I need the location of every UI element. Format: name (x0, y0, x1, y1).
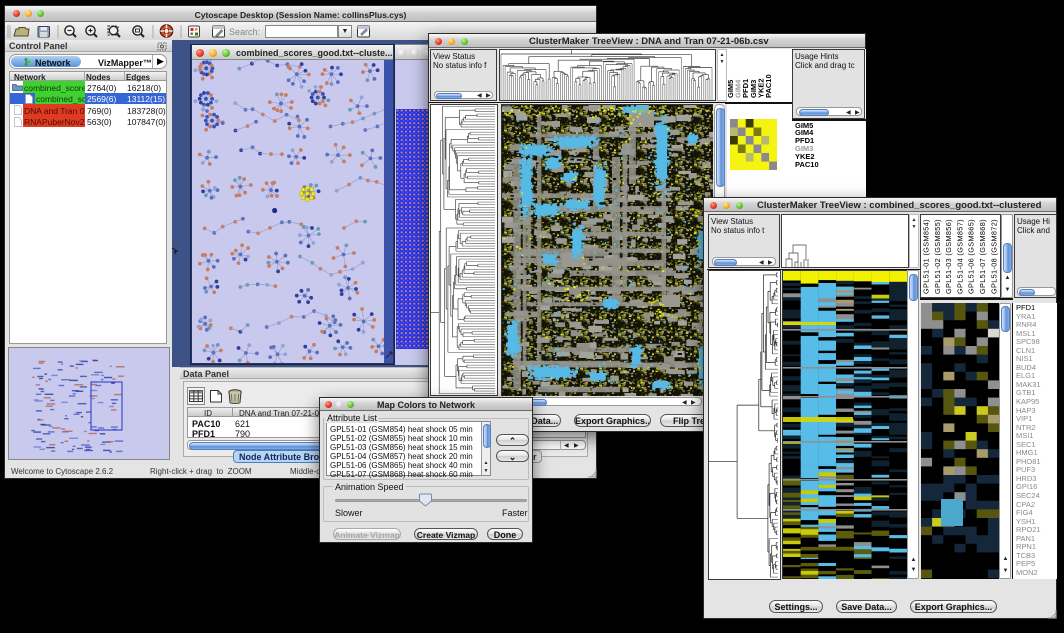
svg-text:GPL51-03 (GSM856): GPL51-03 (GSM856) (944, 219, 953, 294)
svg-text:GPL51-04 (GSM857): GPL51-04 (GSM857) (955, 219, 964, 294)
svg-text:GPL51-06 (GSM865): GPL51-06 (GSM865) (967, 219, 976, 294)
svg-text:PAC10: PAC10 (764, 74, 773, 98)
svg-text:GPL51-07 (GSM868): GPL51-07 (GSM868) (978, 219, 987, 294)
svg-text:GPL51-02 (GSM855): GPL51-02 (GSM855) (933, 219, 942, 294)
svg-text:GPL51-08 (GSM872): GPL51-08 (GSM872) (989, 219, 998, 294)
svg-text:GPL51-01 (GSM854): GPL51-01 (GSM854) (922, 219, 931, 294)
